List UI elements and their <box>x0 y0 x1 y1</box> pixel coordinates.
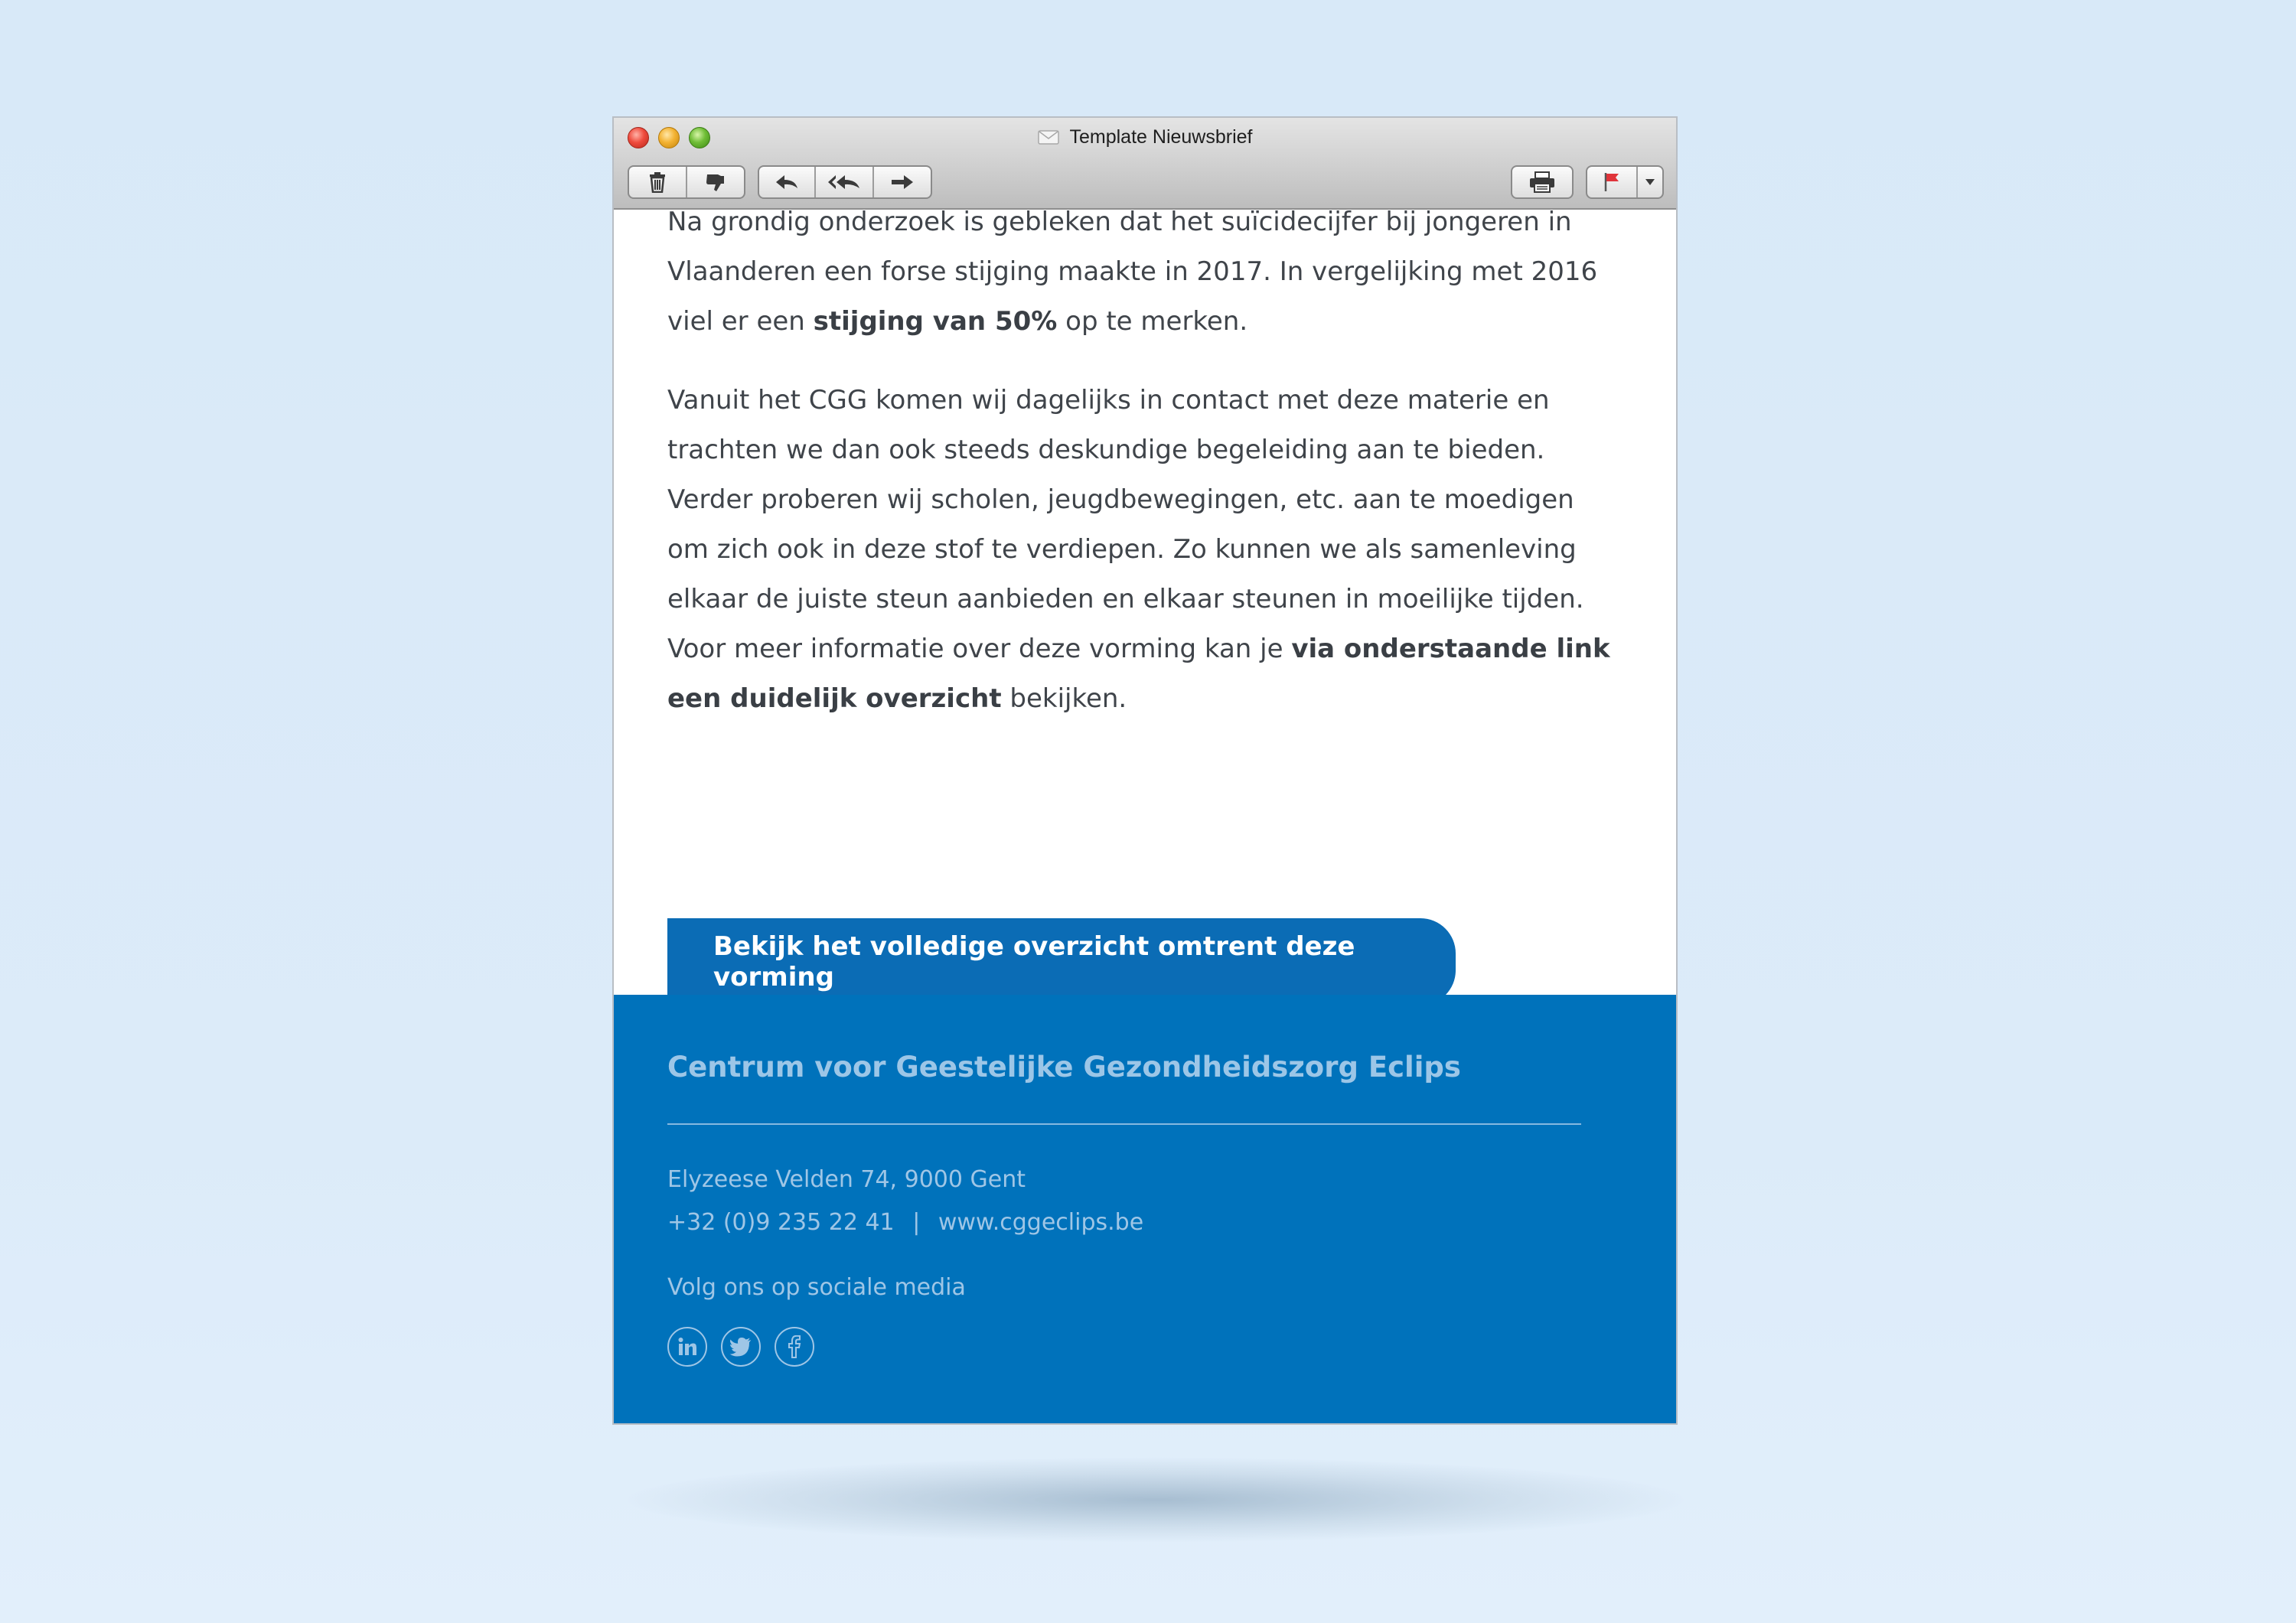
reply-all-button[interactable] <box>816 167 874 197</box>
linkedin-icon[interactable] <box>667 1327 707 1367</box>
trash-icon <box>647 171 667 193</box>
website-link[interactable]: www.cggeclips.be <box>938 1209 1143 1236</box>
intro-text-end: op te merken. <box>1057 306 1248 337</box>
mail-window: Template Nieuwsbrief Na grondig onderzoe… <box>614 118 1676 1423</box>
contact-line: +32 (0)9 235 22 41 | www.cggeclips.be <box>667 1207 1586 1238</box>
contact-separator: | <box>912 1209 921 1236</box>
intro-paragraph: Na grondig onderzoek is gebleken dat het… <box>667 210 1616 347</box>
print-button[interactable] <box>1512 167 1572 197</box>
address: Elyzeese Velden 74, 9000 Gent <box>667 1166 1026 1193</box>
flag-button[interactable] <box>1587 167 1638 197</box>
organisation-name: Centrum voor Geestelijke Gezondheidszorg… <box>667 1051 1461 1084</box>
social-media-label: Volg ons op sociale media <box>667 1274 966 1301</box>
junk-button[interactable] <box>687 167 744 197</box>
forward-icon <box>889 173 915 191</box>
delete-junk-button-group <box>628 165 745 199</box>
newsletter-footer: Centrum voor Geestelijke Gezondheidszorg… <box>614 995 1676 1423</box>
reply-icon <box>774 173 800 191</box>
view-overview-button[interactable]: Bekijk het volledige overzicht omtrent d… <box>667 918 1456 995</box>
info-paragraph: Vanuit het CGG komen wij dagelijks in co… <box>667 376 1616 724</box>
reply-all-icon <box>827 173 862 191</box>
footer-divider <box>667 1123 1581 1125</box>
flag-icon <box>1602 171 1622 193</box>
email-body: Na grondig onderzoek is gebleken dat het… <box>614 210 1676 995</box>
twitter-icon[interactable] <box>721 1327 761 1367</box>
intro-highlight: stijging van 50% <box>813 306 1058 337</box>
reply-button-group <box>758 165 932 199</box>
phone-number[interactable]: +32 (0)9 235 22 41 <box>667 1209 895 1236</box>
flag-button-group <box>1586 165 1664 199</box>
print-button-group <box>1511 165 1574 199</box>
window-shadow <box>628 1458 1684 1542</box>
window-title: Template Nieuwsbrief <box>1069 126 1253 148</box>
junk-icon <box>704 171 727 193</box>
title-bar: Template Nieuwsbrief <box>614 118 1676 210</box>
reply-button[interactable] <box>759 167 816 197</box>
flag-menu-button[interactable] <box>1638 167 1662 197</box>
delete-button[interactable] <box>629 167 687 197</box>
info-text-end: bekijken. <box>1001 683 1127 714</box>
forward-button[interactable] <box>874 167 931 197</box>
info-text: Vanuit het CGG komen wij dagelijks in co… <box>667 385 1584 664</box>
facebook-icon[interactable] <box>775 1327 814 1367</box>
chevron-down-icon <box>1645 178 1655 186</box>
window-title-area: Template Nieuwsbrief <box>614 124 1676 150</box>
envelope-icon <box>1037 125 1059 145</box>
view-overview-label: Bekijk het volledige overzicht omtrent d… <box>713 931 1355 992</box>
print-icon <box>1528 171 1556 194</box>
